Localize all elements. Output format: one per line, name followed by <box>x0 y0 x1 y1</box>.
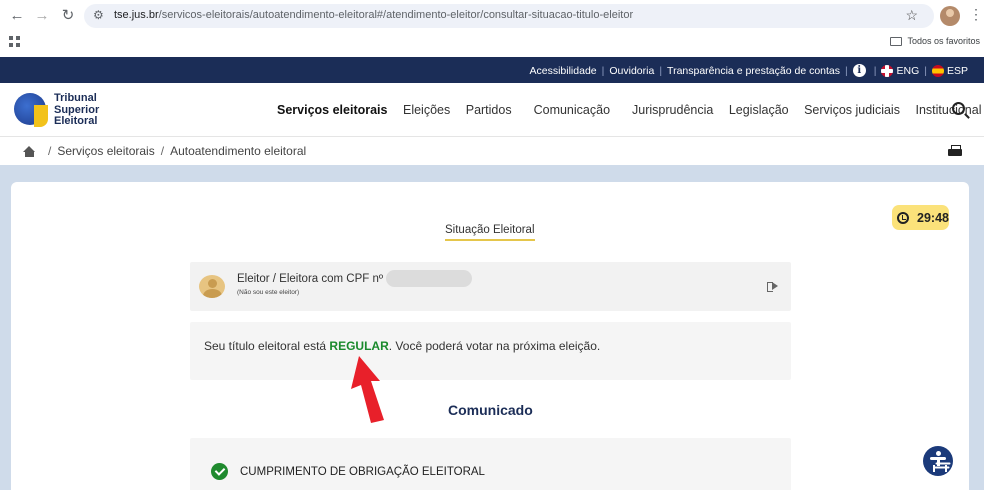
back-icon[interactable]: ← <box>8 7 26 25</box>
breadcrumb-separator: / <box>160 144 165 158</box>
all-bookmarks-button[interactable]: Todos os favoritos <box>890 36 980 46</box>
arrow-shape <box>351 356 384 423</box>
breadcrumb-servicos-eleitorais[interactable]: Serviços eleitorais <box>57 144 154 158</box>
lang-spanish-link[interactable]: ESP <box>947 65 968 77</box>
browser-menu-icon[interactable]: ⋮ <box>969 6 983 23</box>
url-text[interactable]: tse.jus.br/servicos-eleitorais/autoatend… <box>114 9 633 21</box>
url-path: /servicos-eleitorais/autoatendimento-ele… <box>158 9 634 21</box>
voter-status-box: Seu título eleitoral está REGULAR. Você … <box>190 322 791 380</box>
breadcrumb-separator: / <box>48 144 52 158</box>
voter-identity-box: Eleitor / Eleitora com CPF nº (Não sou e… <box>190 262 791 311</box>
lang-english-link[interactable]: ENG <box>896 65 919 77</box>
nav-partidos[interactable]: Partidos <box>466 103 512 117</box>
not-me-link[interactable]: (Não sou este eleitor) <box>237 289 299 296</box>
address-bar[interactable]: ⚙ tse.jus.br/servicos-eleitorais/autoate… <box>84 4 934 28</box>
bookmark-star-icon[interactable]: ☆ <box>905 7 918 24</box>
cpf-redacted <box>386 270 473 287</box>
session-timer: 29:48 <box>892 205 949 230</box>
top-utility-bar: Acessibilidade | Ouvidoria | Transparênc… <box>0 57 984 83</box>
nav-jurisprudencia[interactable]: Jurisprudência <box>632 103 713 117</box>
separator: | <box>924 64 927 77</box>
obligation-item[interactable]: CUMPRIMENTO DE OBRIGAÇÃO ELEITORAL <box>190 438 791 490</box>
nav-servicos-eleitorais[interactable]: Serviços eleitorais <box>277 103 387 117</box>
link-acessibilidade[interactable]: Acessibilidade <box>530 65 597 77</box>
page-title: Situação Eleitoral <box>445 224 535 241</box>
breadcrumb: / Serviços eleitorais / Autoatendimento … <box>23 144 306 158</box>
info-icon[interactable]: i <box>852 64 866 77</box>
breadcrumb-autoatendimento[interactable]: Autoatendimento eleitoral <box>170 144 306 158</box>
status-prefix: Seu título eleitoral está <box>204 339 330 353</box>
logout-icon[interactable] <box>767 281 779 292</box>
forward-icon[interactable]: → <box>33 7 51 25</box>
site-settings-icon[interactable]: ⚙ <box>93 8 104 22</box>
site-logo-text[interactable]: Tribunal Superior Eleitoral <box>54 92 99 128</box>
logo-line: Tribunal <box>54 92 97 104</box>
main-navigation: Serviços eleitorais Eleições Partidos Co… <box>277 103 984 117</box>
status-suffix: . Você poderá votar na próxima eleição. <box>388 339 601 353</box>
url-host: tse.jus.br <box>114 9 159 21</box>
voter-cpf-line: Eleitor / Eleitora com CPF nº <box>237 270 473 287</box>
site-header: Tribunal Superior Eleitoral Serviços ele… <box>0 83 984 137</box>
browser-chrome: ← → ↻ ⚙ tse.jus.br/servicos-eleitorais/a… <box>0 0 984 57</box>
nav-institucional[interactable]: Institucional <box>915 103 981 117</box>
timer-value: 29:48 <box>917 210 949 225</box>
accessibility-figure-icon <box>931 460 947 472</box>
separator: | <box>845 64 848 77</box>
reload-icon[interactable]: ↻ <box>59 7 77 25</box>
separator: | <box>659 64 663 77</box>
separator: | <box>873 64 877 77</box>
nav-eleicoes[interactable]: Eleições <box>403 103 450 117</box>
tse-logo-icon[interactable] <box>14 93 48 127</box>
check-circle-icon <box>211 463 228 480</box>
uk-flag-icon <box>881 64 894 77</box>
print-icon[interactable] <box>948 145 962 157</box>
link-transparencia[interactable]: Transparência e prestação de contas <box>667 65 840 77</box>
nav-servicos-judiciais[interactable]: Serviços judiciais <box>804 103 900 117</box>
user-avatar-icon <box>199 275 225 298</box>
annotation-arrow-icon <box>351 356 384 423</box>
separator: | <box>601 64 605 77</box>
voter-cpf-label: Eleitor / Eleitora com CPF nº <box>237 272 384 285</box>
logo-line: Eleitoral <box>54 115 98 127</box>
search-icon[interactable] <box>952 102 965 115</box>
voter-status-text: Seu título eleitoral está REGULAR. Você … <box>204 339 600 353</box>
profile-avatar[interactable] <box>940 6 960 26</box>
nav-comunicacao[interactable]: Comunicação <box>534 103 610 117</box>
comunicado-heading: Comunicado <box>448 402 533 418</box>
status-badge: REGULAR <box>329 339 389 353</box>
home-icon[interactable] <box>23 145 36 157</box>
breadcrumb-bar: / Serviços eleitorais / Autoatendimento … <box>0 137 984 165</box>
apps-grid-icon[interactable] <box>9 36 20 47</box>
link-ouvidoria[interactable]: Ouvidoria <box>609 65 654 77</box>
alarm-clock-icon <box>897 211 909 224</box>
all-bookmarks-label: Todos os favoritos <box>907 36 980 46</box>
spain-flag-icon <box>931 64 944 77</box>
obligation-label: CUMPRIMENTO DE OBRIGAÇÃO ELEITORAL <box>240 466 485 478</box>
folder-icon <box>890 36 903 46</box>
nav-legislacao[interactable]: Legislação <box>729 103 789 117</box>
